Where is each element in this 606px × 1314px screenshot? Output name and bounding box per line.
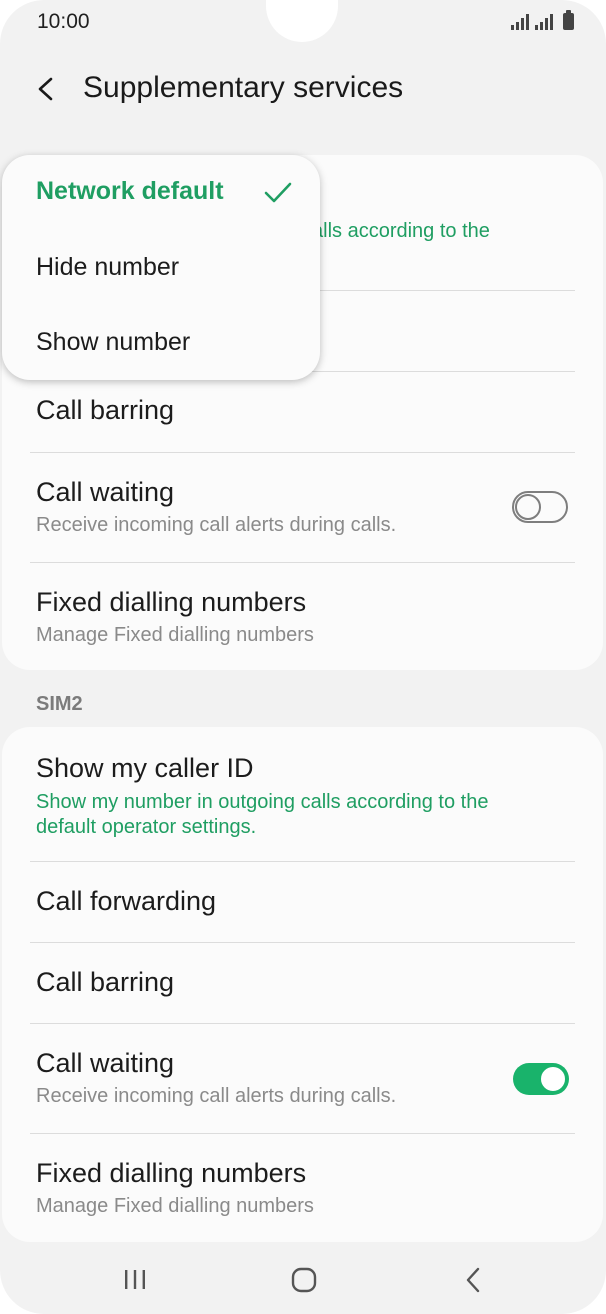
sim2-call-waiting-label: Call waiting bbox=[36, 1048, 175, 1078]
sim2-section-label: SIM2 bbox=[36, 693, 83, 715]
sim1-caller-id-subtitle: calls according to the bbox=[302, 220, 490, 242]
sim1-call-waiting-toggle[interactable] bbox=[512, 491, 568, 523]
sim1-call-waiting-subtitle: Receive incoming call alerts during call… bbox=[36, 514, 397, 536]
checkmark-icon bbox=[264, 182, 292, 203]
sim2-caller-id-label: Show my caller ID bbox=[36, 753, 254, 783]
sim2-caller-id-subtitle: Show my number in outgoing calls accordi… bbox=[36, 791, 489, 838]
sim2-call-forwarding-row[interactable]: Call forwarding bbox=[36, 886, 575, 917]
divider bbox=[30, 861, 575, 862]
divider bbox=[30, 562, 575, 563]
sim1-call-waiting-label: Call waiting bbox=[36, 477, 175, 507]
toggle-knob bbox=[539, 1065, 567, 1093]
sim2-fdn-label: Fixed dialling numbers bbox=[36, 1158, 307, 1188]
home-icon[interactable] bbox=[290, 1266, 318, 1294]
recents-icon[interactable] bbox=[122, 1268, 148, 1292]
sim2-call-waiting-subtitle: Receive incoming call alerts during call… bbox=[36, 1085, 397, 1107]
caller-id-dropdown-menu: Network default Hide number Show number bbox=[2, 155, 320, 380]
sim1-fdn-row[interactable]: Fixed dialling numbers Manage Fixed dial… bbox=[36, 587, 575, 647]
sim1-call-barring-label: Call barring bbox=[36, 395, 175, 425]
menu-option-network-default[interactable]: Network default bbox=[36, 177, 224, 206]
sim2-caller-id-row[interactable]: Show my caller ID Show my number in outg… bbox=[36, 753, 575, 840]
menu-option-show-number[interactable]: Show number bbox=[36, 328, 190, 357]
divider bbox=[30, 942, 575, 943]
signal-sim2-icon bbox=[535, 14, 553, 30]
sim2-call-barring-row[interactable]: Call barring bbox=[36, 967, 575, 998]
signal-sim1-icon bbox=[511, 14, 529, 30]
page-title: Supplementary services bbox=[83, 71, 404, 104]
sim1-fdn-label: Fixed dialling numbers bbox=[36, 587, 307, 617]
back-icon[interactable] bbox=[462, 1266, 486, 1294]
phone-screen: 10:00 Supplementary services calls accor… bbox=[0, 0, 606, 1314]
chevron-left-icon bbox=[38, 77, 53, 101]
divider bbox=[30, 452, 575, 453]
sim1-call-barring-row[interactable]: Call barring bbox=[36, 395, 575, 426]
divider bbox=[30, 1133, 575, 1134]
sim2-call-waiting-row[interactable]: Call waiting Receive incoming call alert… bbox=[36, 1048, 575, 1108]
sim1-fdn-subtitle: Manage Fixed dialling numbers bbox=[36, 624, 314, 646]
sim2-fdn-row[interactable]: Fixed dialling numbers Manage Fixed dial… bbox=[36, 1158, 575, 1218]
sim2-call-barring-label: Call barring bbox=[36, 967, 175, 997]
toggle-knob bbox=[515, 494, 541, 520]
sim2-fdn-subtitle: Manage Fixed dialling numbers bbox=[36, 1195, 314, 1217]
divider bbox=[30, 1023, 575, 1024]
back-button[interactable] bbox=[28, 70, 68, 110]
battery-icon bbox=[563, 10, 574, 30]
sim2-card: Show my caller ID Show my number in outg… bbox=[2, 727, 603, 1242]
sim2-call-forwarding-label: Call forwarding bbox=[36, 886, 217, 916]
sim1-caller-id-row[interactable]: calls according to the bbox=[302, 219, 583, 244]
status-time: 10:00 bbox=[37, 10, 90, 33]
menu-option-hide-number[interactable]: Hide number bbox=[36, 253, 179, 282]
camera-notch bbox=[266, 0, 338, 42]
status-icons bbox=[511, 10, 574, 30]
sim2-call-waiting-toggle[interactable] bbox=[513, 1063, 569, 1095]
sim1-call-waiting-row[interactable]: Call waiting Receive incoming call alert… bbox=[36, 477, 575, 537]
